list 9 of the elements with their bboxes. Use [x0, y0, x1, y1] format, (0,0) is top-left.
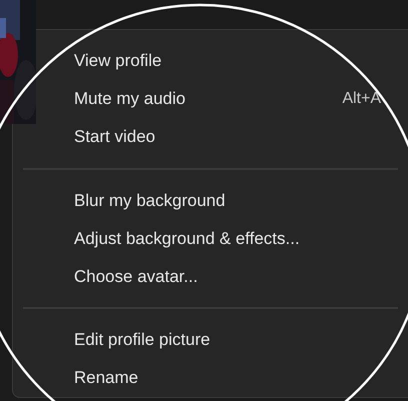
menu-item[interactable]: Adjust background & effects... — [37, 220, 389, 258]
menu-item[interactable]: Choose avatar... — [37, 257, 389, 296]
menu-item[interactable]: Mute my audio Alt+A — [37, 80, 389, 118]
menu-item[interactable]: Rename — [37, 359, 389, 397]
menu-item[interactable]: Start video — [37, 118, 389, 156]
menu-item[interactable]: Edit profile picture — [37, 321, 389, 360]
menu-item[interactable]: View profile — [37, 42, 389, 80]
menu-item[interactable]: Blur my background — [37, 182, 389, 220]
shortcut-label: Alt+A — [342, 88, 381, 109]
